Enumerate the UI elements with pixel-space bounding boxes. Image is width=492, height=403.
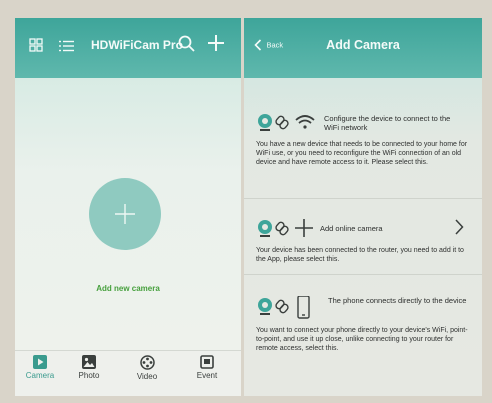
grid-icon[interactable]	[29, 38, 43, 57]
tab-photo[interactable]: Photo	[67, 355, 111, 380]
option-icons	[256, 295, 320, 325]
phone-icon	[297, 295, 310, 319]
search-icon[interactable]	[178, 35, 195, 57]
plus-icon	[115, 204, 135, 224]
app-title: HDWiFiCam Pro	[91, 38, 183, 52]
option-description: You want to connect your phone directly …	[256, 327, 468, 352]
tab-camera[interactable]: Camera	[18, 355, 62, 380]
list-icon[interactable]	[59, 39, 74, 57]
app-header: HDWiFiCam Pro	[15, 18, 241, 78]
tab-video[interactable]: Video	[125, 355, 169, 381]
tab-camera-label: Camera	[25, 371, 55, 380]
chevron-right-icon[interactable]	[454, 219, 464, 240]
photo-icon	[82, 355, 96, 369]
option-icons	[256, 218, 320, 245]
event-icon	[200, 355, 214, 369]
option-add-online-camera[interactable]: Add online camera Your device has been c…	[256, 216, 470, 264]
camera-list-area: Add new camera	[15, 78, 241, 350]
link-icon	[275, 221, 289, 236]
option-configure-wifi[interactable]: Configure the device to connect to the W…	[256, 110, 470, 167]
wifi-icon	[295, 115, 315, 129]
link-icon	[275, 115, 289, 130]
video-reel-icon	[139, 355, 155, 370]
link-icon	[275, 299, 289, 314]
page-title: Add Camera	[326, 38, 400, 52]
add-camera-header: Back Add Camera	[244, 18, 482, 78]
option-title: Add online camera	[320, 224, 383, 233]
plus-icon[interactable]	[208, 35, 224, 56]
option-description: Your device has been connected to the ro…	[256, 247, 464, 263]
bottom-tab-bar: Camera Photo Video Event	[15, 350, 241, 396]
tab-event[interactable]: Event	[185, 355, 229, 380]
camera-icon	[258, 114, 272, 131]
add-camera-button[interactable]	[89, 178, 161, 250]
add-camera-label[interactable]: Add new camera	[15, 284, 241, 293]
camera-play-icon	[33, 355, 47, 369]
tab-video-label: Video	[136, 372, 158, 381]
divider	[244, 198, 482, 199]
camera-list-screen: HDWiFiCam Pro Add new camera Camera Phot…	[15, 18, 241, 396]
plus-icon	[295, 219, 313, 237]
option-title: Configure the device to connect to the W…	[324, 114, 451, 132]
add-camera-screen: Back Add Camera Configure the device to …	[244, 18, 482, 396]
option-description: You have a new device that needs to be c…	[256, 141, 468, 166]
camera-icon	[258, 220, 272, 237]
tab-event-label: Event	[196, 371, 218, 380]
divider	[244, 274, 482, 275]
option-direct-connect[interactable]: The phone connects directly to the devic…	[256, 294, 470, 353]
camera-icon	[258, 298, 272, 315]
tab-photo-label: Photo	[78, 371, 100, 380]
option-icons	[256, 112, 320, 139]
option-title: The phone connects directly to the devic…	[328, 296, 467, 305]
add-options-list: Configure the device to connect to the W…	[244, 78, 482, 396]
